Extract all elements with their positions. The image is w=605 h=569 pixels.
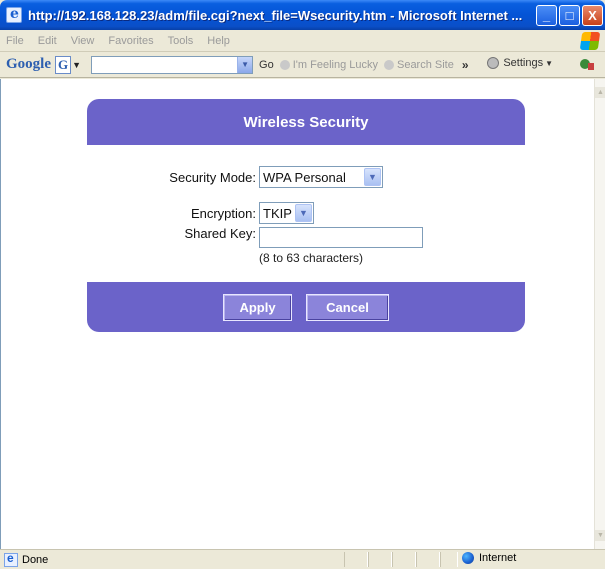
security-mode-select[interactable]: WPA Personal ▼	[259, 166, 383, 188]
apply-button[interactable]: Apply	[223, 293, 292, 321]
menu-favorites[interactable]: Favorites	[108, 35, 153, 47]
windows-logo-icon	[579, 32, 601, 50]
google-search-input[interactable]: ▼	[91, 55, 254, 74]
google-toolbar: Google G ▼ ▼ Go I'm Feeling Lucky Search…	[0, 52, 605, 78]
page-content: Wireless Security Security Mode: WPA Per…	[0, 79, 594, 549]
menu-edit[interactable]: Edit	[38, 35, 57, 47]
go-button[interactable]: Go	[259, 59, 274, 71]
cancel-button[interactable]: Cancel	[306, 293, 389, 321]
shared-key-input[interactable]	[259, 227, 423, 248]
security-zone: Internet	[462, 552, 516, 564]
status-segment	[344, 552, 368, 567]
settings-chevron-icon: ▼	[545, 58, 553, 68]
menu-view[interactable]: View	[71, 35, 95, 47]
globe-icon	[462, 552, 474, 564]
shared-key-hint: (8 to 63 characters)	[259, 251, 364, 265]
menu-help[interactable]: Help	[207, 35, 230, 47]
menu-file[interactable]: File	[6, 35, 24, 47]
window-title: http://192.168.128.23/adm/file.cgi?next_…	[28, 7, 523, 23]
status-segment	[392, 552, 416, 567]
scroll-down-icon[interactable]: ▼	[595, 530, 605, 541]
settings-icon	[487, 57, 500, 69]
encryption-select[interactable]: TKIP ▼	[259, 202, 314, 224]
popup-blocker-icon[interactable]	[579, 57, 595, 71]
status-segment	[440, 552, 458, 567]
feeling-lucky-button[interactable]: I'm Feeling Lucky	[279, 59, 378, 71]
chevron-down-icon[interactable]: ▼	[72, 60, 81, 70]
title-bar[interactable]: http://192.168.128.23/adm/file.cgi?next_…	[0, 0, 605, 30]
search-dropdown-icon[interactable]: ▼	[237, 56, 253, 73]
more-chevron-icon[interactable]: »	[462, 58, 469, 72]
settings-button[interactable]: Settings ▼	[487, 57, 553, 69]
chevron-down-icon[interactable]: ▼	[295, 204, 312, 222]
shared-key-label: Shared Key:	[184, 226, 256, 241]
menu-tools[interactable]: Tools	[168, 35, 194, 47]
search-icon	[383, 59, 394, 70]
vertical-scrollbar[interactable]: ▲ ▼	[594, 79, 605, 549]
scroll-up-icon[interactable]: ▲	[595, 87, 605, 98]
status-text: Done	[22, 553, 49, 566]
lucky-icon	[279, 59, 290, 70]
close-button[interactable]: X	[582, 4, 603, 26]
minimize-button[interactable]: _	[536, 4, 557, 26]
google-logo: Google	[6, 56, 51, 72]
maximize-button[interactable]: □	[559, 4, 580, 26]
search-site-button[interactable]: Search Site	[383, 59, 454, 71]
menu-bar: File Edit View Favorites Tools Help	[0, 30, 605, 52]
panel-footer: Apply Cancel	[87, 282, 525, 332]
page-icon	[4, 551, 18, 567]
chevron-down-icon[interactable]: ▼	[364, 168, 381, 186]
encryption-label: Encryption:	[190, 205, 256, 221]
security-mode-label: Security Mode:	[169, 169, 256, 185]
page-title: Wireless Security	[243, 113, 369, 131]
google-g-button[interactable]: G	[55, 55, 72, 74]
status-bar: Done Internet	[0, 549, 605, 569]
status-segment	[368, 552, 392, 567]
status-segment	[416, 552, 440, 567]
panel-header: Wireless Security	[87, 99, 525, 145]
ie-icon	[6, 6, 22, 23]
